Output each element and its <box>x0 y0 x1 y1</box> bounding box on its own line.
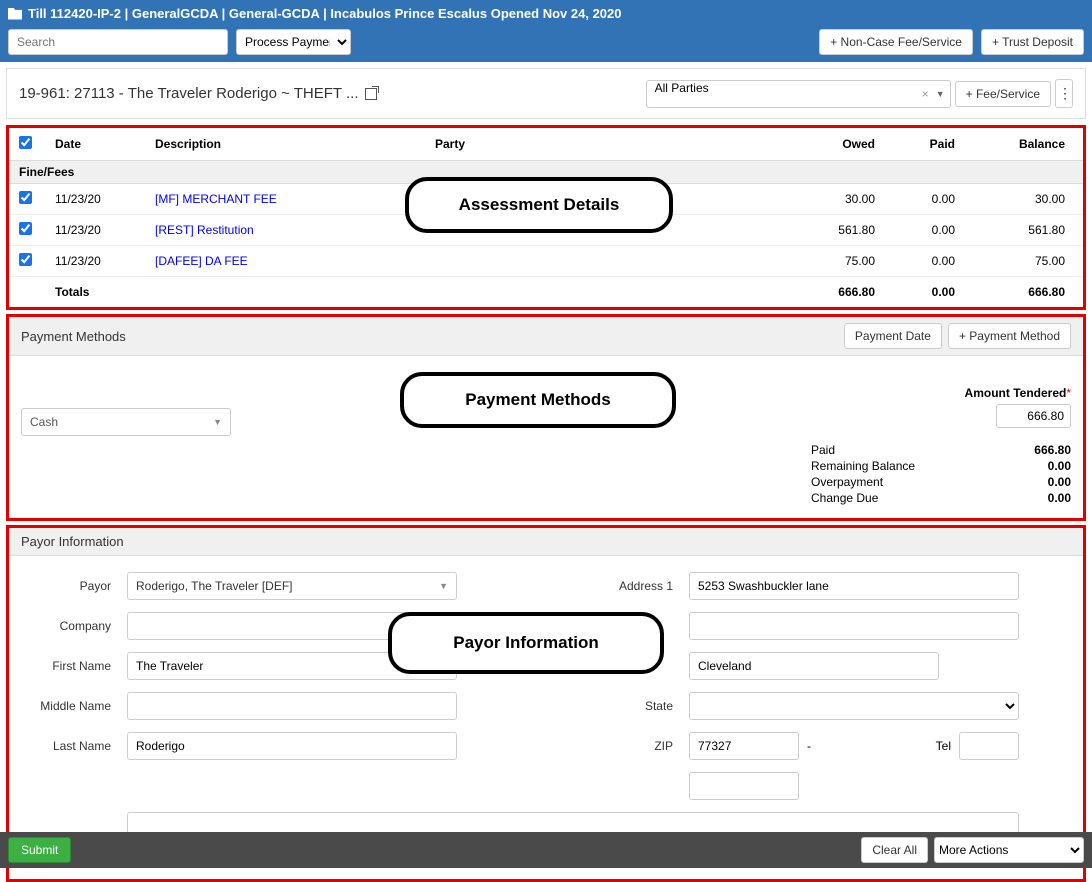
last-name-label: Last Name <box>21 739 111 753</box>
row-checkbox[interactable] <box>19 191 32 204</box>
col-party: Party <box>425 128 803 161</box>
address2-input[interactable] <box>689 612 1019 640</box>
company-input[interactable] <box>127 612 457 640</box>
tel-label: Tel <box>936 739 951 753</box>
assessment-table: Date Description Party Owed Paid Balance… <box>9 128 1083 307</box>
last-name-input[interactable] <box>127 732 457 760</box>
zip-input[interactable] <box>689 732 799 760</box>
fee-link[interactable]: [DAFEE] DA FEE <box>155 254 248 268</box>
col-date: Date <box>45 128 145 161</box>
case-header: 19-961: 27113 - The Traveler Roderigo ~ … <box>6 68 1086 119</box>
required-indicator: * <box>1066 386 1071 400</box>
top-bar: Till 112420-IP-2 | GeneralGCDA | General… <box>0 0 1092 62</box>
chevron-down-icon: ▼ <box>936 89 945 99</box>
process-payments-select[interactable]: Process Payments <box>236 29 351 55</box>
payor-information-section: Payor Information Payor Roderigo, The Tr… <box>6 525 1086 882</box>
address1-label: Address 1 <box>473 579 673 593</box>
non-case-fee-button[interactable]: + Non-Case Fee/Service <box>819 29 973 55</box>
submit-button[interactable]: Submit <box>8 837 71 863</box>
window-title: Till 112420-IP-2 | GeneralGCDA | General… <box>8 0 1084 21</box>
search-input[interactable] <box>8 29 228 55</box>
payor-label: Payor <box>21 579 111 593</box>
external-link-icon[interactable] <box>365 88 377 100</box>
state-select[interactable] <box>689 692 1019 720</box>
tel-input[interactable] <box>959 732 1019 760</box>
case-title: 19-961: 27113 - The Traveler Roderigo ~ … <box>19 85 377 102</box>
more-menu-button[interactable]: ⋮ <box>1055 79 1073 108</box>
table-row: 11/23/20 [DAFEE] DA FEE 75.00 0.00 75.00 <box>9 246 1083 277</box>
middle-name-label: Middle Name <box>21 699 111 713</box>
row-checkbox[interactable] <box>19 253 32 266</box>
col-paid: Paid <box>893 128 973 161</box>
fee-link[interactable]: [MF] MERCHANT FEE <box>155 192 277 206</box>
folder-icon <box>8 8 22 20</box>
state-label: State <box>473 699 673 713</box>
totals-row: Totals 666.80 0.00 666.80 <box>9 277 1083 308</box>
amount-tendered-input[interactable] <box>996 404 1071 428</box>
payor-select[interactable]: Roderigo, The Traveler [DEF]▼ <box>127 572 457 600</box>
table-row: 11/23/20 [REST] Restitution 561.80 0.00 … <box>9 215 1083 246</box>
payment-methods-header: Payment Methods Payment Date + Payment M… <box>9 317 1083 356</box>
amount-tendered-label: Amount Tendered <box>965 386 1067 400</box>
chevron-down-icon: ▼ <box>439 581 448 591</box>
select-all-checkbox[interactable] <box>19 136 32 149</box>
payment-methods-section: Payment Methods Payment Date + Payment M… <box>6 314 1086 521</box>
zip-ext-input[interactable] <box>689 772 799 800</box>
first-name-input[interactable] <box>127 652 457 680</box>
fee-service-button[interactable]: + Fee/Service <box>955 81 1051 107</box>
payment-date-button[interactable]: Payment Date <box>844 323 942 349</box>
parties-select[interactable]: All Parties <box>646 80 951 108</box>
city-input[interactable] <box>689 652 939 680</box>
table-row: 11/23/20 [MF] MERCHANT FEE 30.00 0.00 30… <box>9 184 1083 215</box>
middle-name-input[interactable] <box>127 692 457 720</box>
more-actions-select[interactable]: More Actions <box>934 837 1084 863</box>
clear-all-button[interactable]: Clear All <box>861 837 928 863</box>
zip-label: ZIP <box>473 739 673 753</box>
clear-icon[interactable]: × <box>922 87 929 101</box>
trust-deposit-button[interactable]: + Trust Deposit <box>981 29 1084 55</box>
row-checkbox[interactable] <box>19 222 32 235</box>
col-balance: Balance <box>973 128 1083 161</box>
col-owed: Owed <box>803 128 893 161</box>
address1-input[interactable] <box>689 572 1019 600</box>
add-payment-method-button[interactable]: + Payment Method <box>948 323 1071 349</box>
payment-method-select[interactable]: Cash ▼ <box>21 408 231 436</box>
assessment-details-section: Date Description Party Owed Paid Balance… <box>6 125 1086 310</box>
first-name-label: First Name <box>21 659 111 673</box>
fee-link[interactable]: [REST] Restitution <box>155 223 254 237</box>
payor-information-header: Payor Information <box>9 528 1083 556</box>
chevron-down-icon: ▼ <box>213 417 222 427</box>
company-label: Company <box>21 619 111 633</box>
window-title-text: Till 112420-IP-2 | GeneralGCDA | General… <box>28 6 622 21</box>
group-row: Fine/Fees <box>9 161 1083 184</box>
col-description: Description <box>145 128 425 161</box>
footer-bar: Submit Clear All More Actions <box>0 832 1092 868</box>
